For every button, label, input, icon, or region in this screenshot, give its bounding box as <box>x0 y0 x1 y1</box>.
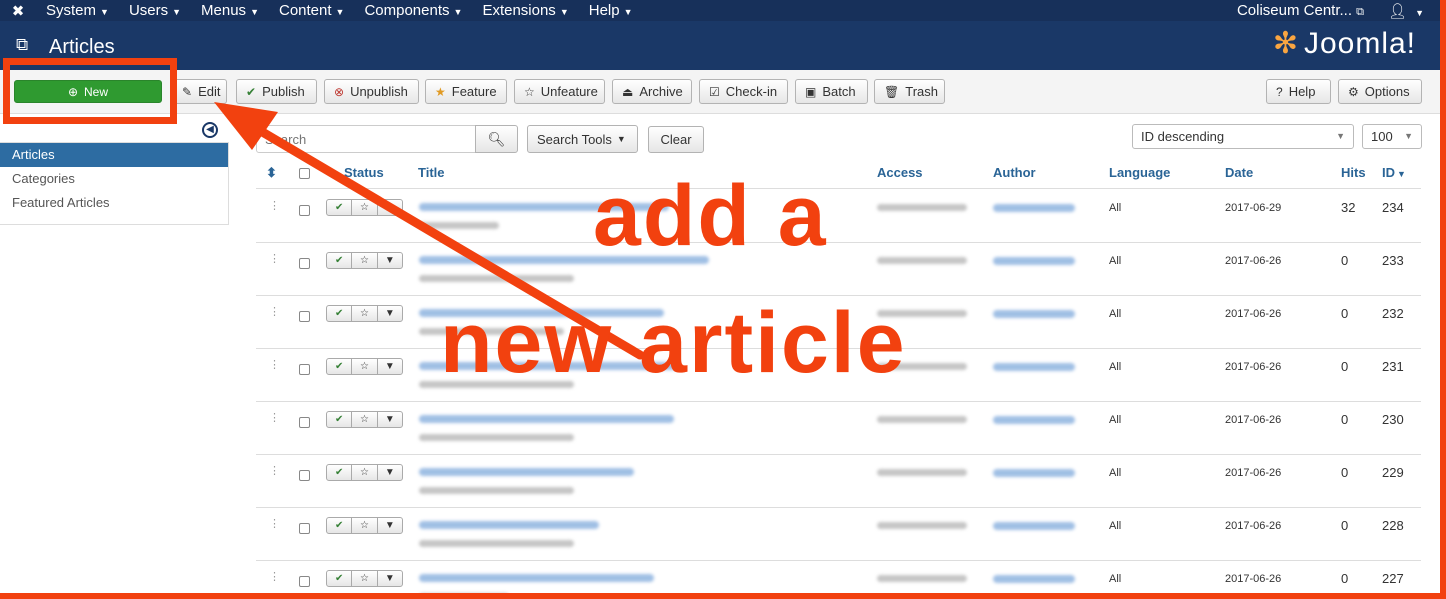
arrow-head <box>214 102 278 150</box>
annotation-text-line1: add a <box>593 168 828 264</box>
annotation-text-line2: new article <box>440 295 907 391</box>
